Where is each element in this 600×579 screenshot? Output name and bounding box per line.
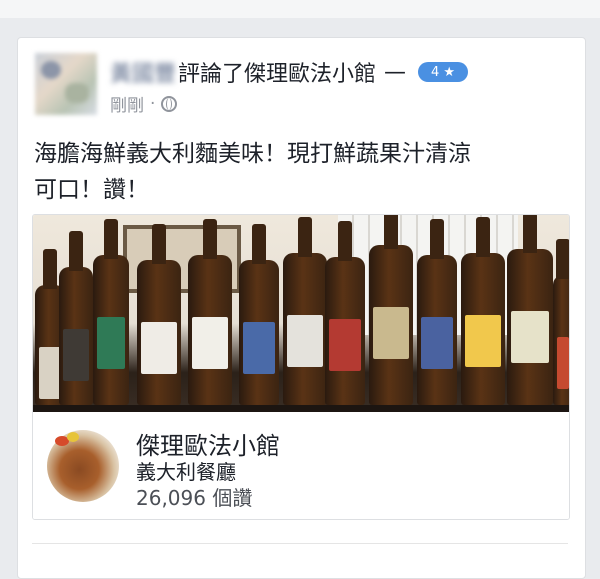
- beer-bottles-photo[interactable]: [33, 215, 569, 412]
- action-text[interactable]: 評論了傑理歐法小館: [178, 56, 376, 88]
- globe-icon[interactable]: [161, 95, 178, 112]
- page-link-card[interactable]: 傑理歐法小館 義大利餐廳 26,096 個讚: [32, 214, 570, 520]
- post-header: 黃國豐 評論了傑理歐法小館 — 4 ★: [110, 56, 469, 88]
- post-body-line: 海膽海鮮義大利麵美味！現打鮮蔬果汁清涼: [34, 141, 471, 167]
- bottle: [283, 217, 327, 405]
- post-meta: 剛剛 ·: [110, 91, 178, 116]
- bottle: [188, 219, 232, 405]
- meta-separator: ·: [150, 93, 156, 114]
- author-name[interactable]: 黃國豐: [110, 56, 176, 88]
- page-category: 義大利餐廳: [136, 460, 236, 484]
- bottle: [137, 224, 181, 405]
- action-divider: [32, 543, 568, 544]
- rating-badge[interactable]: 4 ★: [418, 62, 469, 82]
- bottle: [553, 239, 569, 405]
- shelf: [33, 405, 569, 412]
- bottle: [93, 219, 129, 405]
- bottle: [461, 217, 505, 405]
- bottle: [369, 215, 413, 405]
- bottle: [325, 221, 365, 405]
- header-dash: —: [384, 59, 407, 85]
- post-body-line: 可口！讚！: [34, 177, 149, 203]
- link-card-footer[interactable]: 傑理歐法小館 義大利餐廳 26,096 個讚: [33, 412, 569, 519]
- bottle: [417, 219, 457, 405]
- page-thumbnail[interactable]: [47, 430, 119, 502]
- avatar[interactable]: [35, 53, 97, 115]
- bottle: [507, 215, 553, 405]
- bottle: [239, 224, 279, 405]
- post-card: 黃國豐 評論了傑理歐法小館 — 4 ★ 剛剛 · 海膽海鮮義大利麵美味！現打鮮蔬…: [17, 37, 586, 579]
- page-likes-count: 26,096 個讚: [136, 486, 253, 510]
- top-bar: [0, 0, 600, 18]
- bottle: [59, 231, 93, 405]
- timestamp[interactable]: 剛剛: [110, 91, 144, 116]
- post-body: 海膽海鮮義大利麵美味！現打鮮蔬果汁清涼 可口！讚！: [34, 136, 564, 208]
